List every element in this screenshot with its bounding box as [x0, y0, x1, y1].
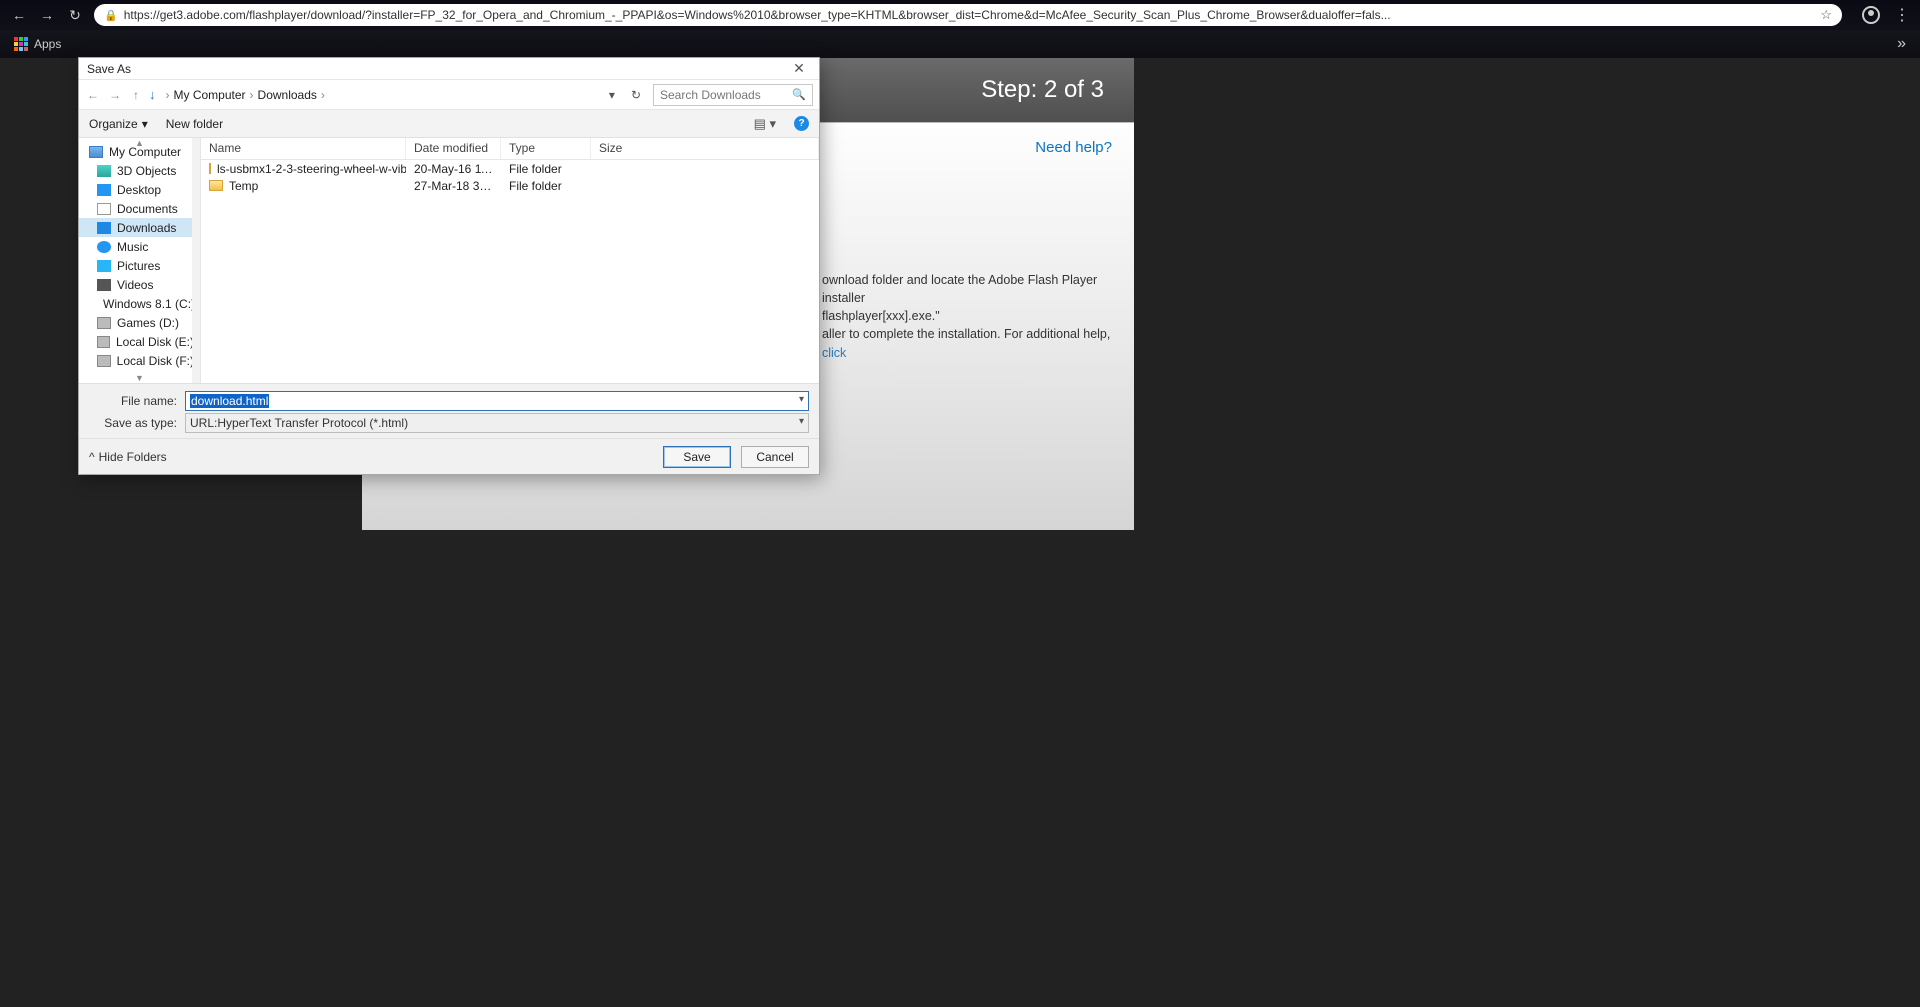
dialog-title: Save As	[87, 62, 131, 76]
filename-value: download.html	[190, 394, 269, 408]
filename-input[interactable]: download.html ▾	[185, 391, 809, 411]
profile-icon[interactable]	[1862, 6, 1880, 24]
tree-documents[interactable]: Documents	[79, 199, 200, 218]
list-item[interactable]: Temp 27-Mar-18 3:11 PM File folder	[201, 177, 819, 194]
nav-forward-icon[interactable]: →	[107, 88, 123, 102]
chevron-right-icon: ›	[321, 88, 325, 102]
col-size[interactable]: Size	[591, 138, 819, 159]
chevron-down-icon[interactable]: ▾	[799, 394, 804, 405]
address-bar[interactable]: 🔒 https://get3.adobe.com/flashplayer/dow…	[94, 4, 1842, 26]
help-icon[interactable]: ?	[794, 116, 809, 131]
organize-menu[interactable]: Organize ▾	[89, 117, 148, 131]
chevron-down-icon: ^	[89, 450, 95, 464]
chevron-down-icon: ▾	[142, 117, 148, 131]
bookmarks-bar: Apps »	[0, 30, 1920, 58]
dialog-titlebar: Save As ✕	[79, 58, 819, 80]
refresh-icon[interactable]: ↻	[625, 88, 647, 102]
tree-local-f[interactable]: Local Disk (F:)	[79, 351, 200, 370]
forward-button[interactable]: →	[38, 7, 56, 23]
star-icon[interactable]: ☆	[1820, 7, 1832, 23]
tree-scroll-up-icon[interactable]: ▲	[79, 138, 200, 148]
apps-icon[interactable]	[14, 37, 28, 51]
document-icon	[97, 203, 111, 215]
nav-up-icon[interactable]: ↑	[129, 88, 143, 102]
tree-videos[interactable]: Videos	[79, 275, 200, 294]
browser-toolbar: ← → ↻ 🔒 https://get3.adobe.com/flashplay…	[0, 0, 1920, 30]
col-name[interactable]: Name	[201, 138, 406, 159]
chevron-right-icon: ›	[166, 88, 170, 102]
apps-label[interactable]: Apps	[34, 37, 61, 51]
hide-folders-toggle[interactable]: ^ Hide Folders	[89, 450, 167, 464]
drive-icon	[97, 317, 111, 329]
step-text: Step: 2 of 3	[981, 76, 1104, 104]
drive-icon	[97, 336, 110, 348]
lock-icon: 🔒	[104, 9, 118, 22]
dialog-footer: ^ Hide Folders Save Cancel	[79, 438, 819, 474]
saveastype-label: Save as type:	[89, 416, 177, 430]
downloads-location-icon: ↓	[149, 87, 156, 102]
desktop-icon	[97, 184, 111, 196]
view-options-icon[interactable]: ▤ ▾	[754, 116, 776, 132]
tree-pictures[interactable]: Pictures	[79, 256, 200, 275]
col-type[interactable]: Type	[501, 138, 591, 159]
file-list: Name Date modified Type Size ls-usbmx1-2…	[201, 138, 819, 383]
crumb-downloads[interactable]: Downloads	[258, 88, 317, 102]
dialog-toolbar: Organize ▾ New folder ▤ ▾ ?	[79, 110, 819, 138]
download-icon	[97, 222, 111, 234]
tree-scrollbar[interactable]	[192, 138, 200, 383]
list-header: Name Date modified Type Size	[201, 138, 819, 160]
col-date[interactable]: Date modified	[406, 138, 501, 159]
search-icon: 🔍	[792, 88, 806, 101]
tree-games-d[interactable]: Games (D:)	[79, 313, 200, 332]
drive-icon	[97, 355, 111, 367]
tree-local-e[interactable]: Local Disk (E:)	[79, 332, 200, 351]
chevron-down-icon[interactable]: ▾	[799, 416, 804, 427]
videos-icon	[97, 279, 111, 291]
install-instructions: ownload folder and locate the Adobe Flas…	[822, 271, 1114, 362]
bookmarks-overflow-icon[interactable]: »	[1897, 35, 1906, 53]
reload-button[interactable]: ↻	[66, 7, 84, 24]
crumb-my-computer[interactable]: My Computer	[174, 88, 246, 102]
tree-windows81[interactable]: Windows 8.1 (C:)	[79, 294, 200, 313]
folder-tree: ▲ My Computer 3D Objects Desktop Documen…	[79, 138, 201, 383]
search-placeholder: Search Downloads	[660, 88, 761, 102]
close-icon[interactable]: ✕	[785, 60, 813, 77]
saveastype-value: URL:HyperText Transfer Protocol (*.html)	[190, 416, 408, 430]
tree-scroll-down-icon[interactable]: ▼	[79, 373, 200, 383]
list-item[interactable]: ls-usbmx1-2-3-steering-wheel-w-vibrati..…	[201, 160, 819, 177]
history-dropdown-icon[interactable]: ▾	[605, 88, 619, 102]
chevron-right-icon: ›	[250, 88, 254, 102]
filename-label: File name:	[89, 394, 177, 408]
dialog-nav: ← → ↑ ↓ › My Computer › Downloads › ▾ ↻ …	[79, 80, 819, 110]
help-click-link[interactable]: click	[822, 346, 846, 360]
cancel-button[interactable]: Cancel	[741, 446, 809, 468]
save-button[interactable]: Save	[663, 446, 731, 468]
search-input[interactable]: Search Downloads 🔍	[653, 84, 813, 106]
menu-icon[interactable]: ⋮	[1894, 5, 1910, 25]
breadcrumb[interactable]: › My Computer › Downloads ›	[162, 88, 599, 102]
tree-music[interactable]: Music	[79, 237, 200, 256]
nav-back-icon[interactable]: ←	[85, 88, 101, 102]
folder-icon	[209, 163, 211, 174]
cube-icon	[97, 165, 111, 177]
new-folder-button[interactable]: New folder	[166, 117, 223, 131]
music-icon	[97, 241, 111, 253]
save-as-dialog: Save As ✕ ← → ↑ ↓ › My Computer › Downlo…	[78, 57, 820, 475]
need-help-link[interactable]: Need help?	[1035, 139, 1112, 156]
address-text: https://get3.adobe.com/flashplayer/downl…	[124, 8, 1815, 22]
folder-icon	[209, 180, 223, 191]
saveastype-select[interactable]: URL:HyperText Transfer Protocol (*.html)…	[185, 413, 809, 433]
pictures-icon	[97, 260, 111, 272]
back-button[interactable]: ←	[10, 7, 28, 23]
dialog-fields: File name: download.html ▾ Save as type:…	[79, 383, 819, 438]
tree-desktop[interactable]: Desktop	[79, 180, 200, 199]
tree-3d-objects[interactable]: 3D Objects	[79, 161, 200, 180]
tree-downloads[interactable]: Downloads	[79, 218, 200, 237]
